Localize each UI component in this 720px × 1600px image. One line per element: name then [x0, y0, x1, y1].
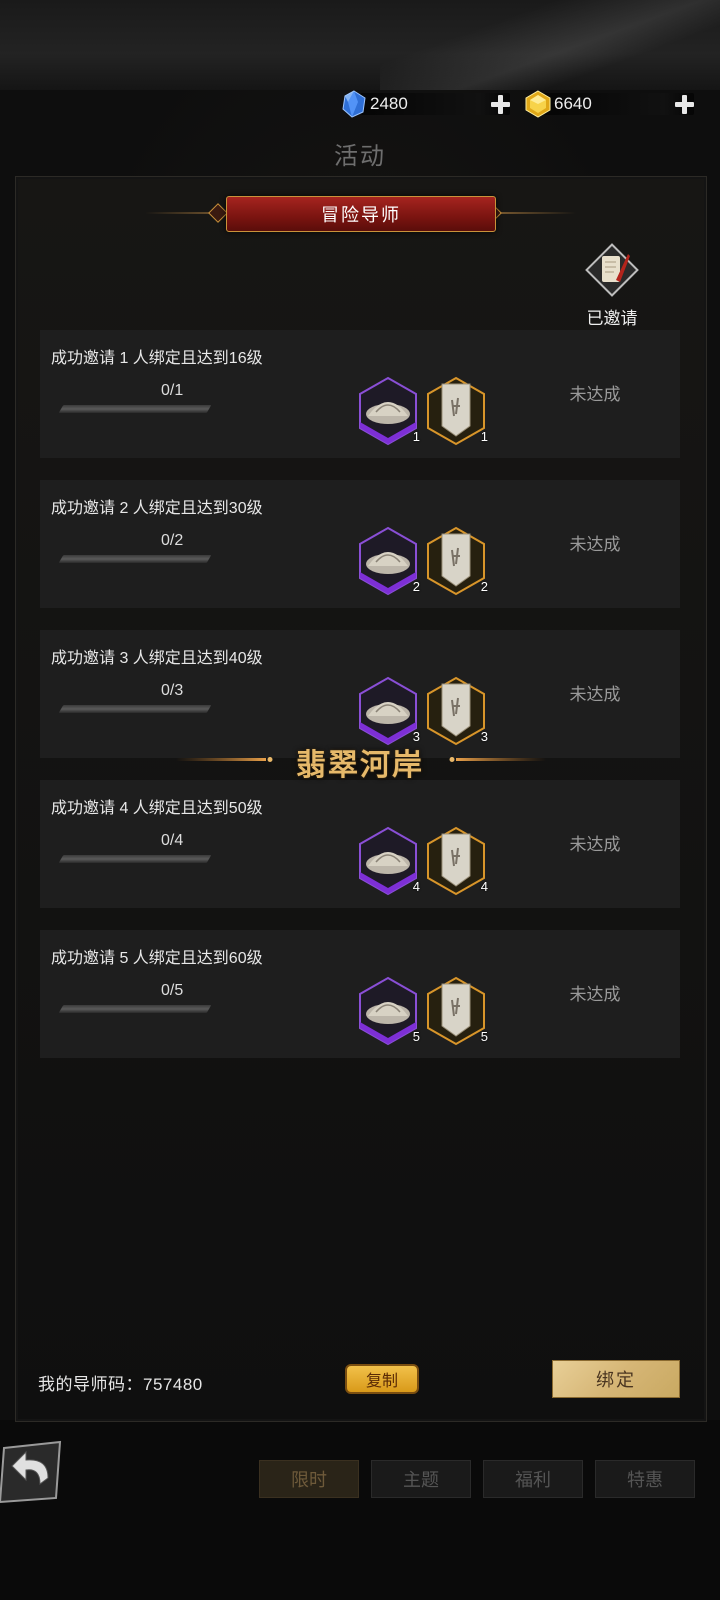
reward-count: 1 — [412, 429, 420, 444]
task-row: 成功邀请 3 人绑定且达到40级 0/3 3 3 未达成 — [40, 630, 680, 758]
banner-line-right — [496, 212, 576, 214]
banner-card-icon — [427, 376, 485, 446]
reward-banner-card[interactable]: 1 — [426, 376, 488, 446]
tab-limited[interactable]: 限时 — [259, 1460, 359, 1498]
task-progress-fill — [58, 405, 64, 413]
task-status: 未达成 — [569, 385, 621, 404]
tab-label: 主题 — [403, 1470, 439, 1490]
tab-theme[interactable]: 主题 — [371, 1460, 471, 1498]
task-progress-bar — [58, 855, 212, 863]
task-row: 成功邀请 4 人绑定且达到50级 0/4 4 4 未达成 — [40, 780, 680, 908]
bind-button-label: 绑定 — [596, 1370, 636, 1390]
diamond-currency: 2480 — [340, 90, 530, 118]
reward-count: 5 — [412, 1029, 420, 1044]
scroll-quill-icon[interactable] — [584, 242, 640, 298]
task-status: 未达成 — [569, 685, 621, 704]
stone-pile-icon — [359, 676, 417, 746]
task-progress-text: 0/4 — [161, 832, 184, 849]
banner-card-icon — [427, 526, 485, 596]
task-title: 成功邀请 1 人绑定且达到16级 — [51, 350, 263, 367]
banner-card-icon — [427, 976, 485, 1046]
tab-label: 特惠 — [627, 1470, 663, 1490]
task-progress-text: 0/5 — [161, 982, 184, 999]
reward-count: 2 — [480, 579, 488, 594]
reward-stone-pile[interactable]: 4 — [358, 826, 420, 896]
task-progress-bar — [58, 1005, 212, 1013]
stone-pile-icon — [359, 826, 417, 896]
add-gold-button[interactable] — [674, 94, 694, 114]
location-name: 翡翠河岸 — [296, 749, 424, 782]
blue-gem-icon — [342, 90, 366, 118]
bottom-background — [0, 1420, 720, 1600]
task-progress-bar — [58, 555, 212, 563]
task-row: 成功邀请 5 人绑定且达到60级 0/5 5 5 未达成 — [40, 930, 680, 1058]
task-progress-fill — [58, 1005, 64, 1013]
task-progress-text: 0/3 — [161, 682, 184, 699]
add-diamond-button[interactable] — [490, 94, 510, 114]
tab-label: 限时 — [291, 1470, 327, 1490]
copy-button-label: 复制 — [365, 1373, 398, 1390]
reward-count: 2 — [412, 579, 420, 594]
reward-banner-card[interactable]: 5 — [426, 976, 488, 1046]
task-row: 成功邀请 1 人绑定且达到16级 0/1 1 1 未达成 — [40, 330, 680, 458]
task-status: 未达成 — [569, 535, 621, 554]
task-progress-fill — [58, 705, 64, 713]
task-progress-text: 0/1 — [161, 382, 184, 399]
reward-stone-pile[interactable]: 5 — [358, 976, 420, 1046]
mentor-code-label: 我的导师码：757480 — [38, 1375, 203, 1394]
task-title: 成功邀请 4 人绑定且达到50级 — [51, 800, 263, 817]
stone-pile-icon — [359, 526, 417, 596]
page-title: 活动 — [334, 143, 386, 170]
top-background-streak — [380, 0, 720, 90]
stone-pile-icon — [359, 976, 417, 1046]
reward-stone-pile[interactable]: 1 — [358, 376, 420, 446]
tab-welfare[interactable]: 福利 — [483, 1460, 583, 1498]
reward-count: 5 — [480, 1029, 488, 1044]
reward-count: 4 — [412, 879, 420, 894]
section-title-banner: 冒险导师 — [226, 196, 496, 232]
task-title: 成功邀请 2 人绑定且达到30级 — [51, 500, 263, 517]
banner-card-icon — [427, 826, 485, 896]
gold-gem-icon — [525, 90, 551, 118]
diamond-amount: 2480 — [370, 94, 408, 113]
gold-amount: 6640 — [554, 94, 592, 113]
reward-banner-card[interactable]: 3 — [426, 676, 488, 746]
task-status: 未达成 — [569, 985, 621, 1004]
reward-count: 1 — [480, 429, 488, 444]
task-title: 成功邀请 3 人绑定且达到40级 — [51, 650, 263, 667]
bind-button[interactable]: 绑定 — [552, 1360, 680, 1398]
section-title: 冒险导师 — [321, 205, 401, 225]
reward-banner-card[interactable]: 4 — [426, 826, 488, 896]
task-progress-bar — [58, 705, 212, 713]
reward-count: 4 — [480, 879, 488, 894]
invited-label: 已邀请 — [586, 309, 638, 328]
stone-pile-icon — [359, 376, 417, 446]
banner-card-icon — [427, 676, 485, 746]
tab-special-offer[interactable]: 特惠 — [595, 1460, 695, 1498]
copy-button[interactable]: 复制 — [345, 1364, 419, 1394]
task-progress-bar — [58, 405, 212, 413]
task-progress-text: 0/2 — [161, 532, 184, 549]
gold-currency: 6640 — [524, 90, 714, 118]
task-row: 成功邀请 2 人绑定且达到30级 0/2 2 2 未达成 — [40, 480, 680, 608]
reward-stone-pile[interactable]: 2 — [358, 526, 420, 596]
task-status: 未达成 — [569, 835, 621, 854]
reward-banner-card[interactable]: 2 — [426, 526, 488, 596]
task-title: 成功邀请 5 人绑定且达到60级 — [51, 950, 263, 967]
reward-stone-pile[interactable]: 3 — [358, 676, 420, 746]
task-progress-fill — [58, 555, 64, 563]
task-progress-fill — [58, 855, 64, 863]
tab-label: 福利 — [515, 1470, 551, 1490]
back-arrow-icon[interactable] — [0, 1440, 64, 1504]
